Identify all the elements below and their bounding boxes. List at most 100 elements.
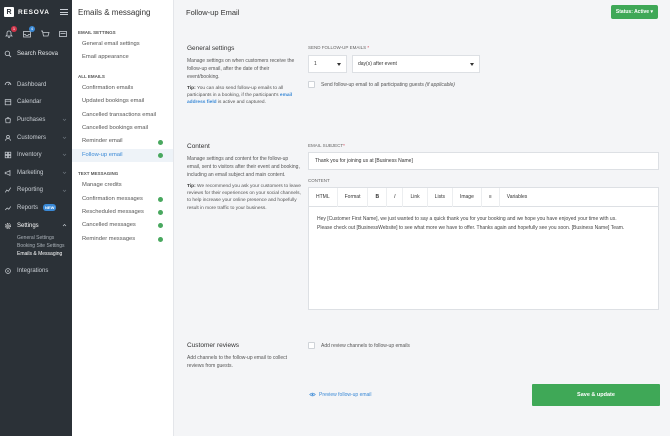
menu-item-cancelled-transactions-email[interactable]: Cancelled transactions email (72, 109, 173, 122)
sidebar-search[interactable]: Search Resova (0, 44, 72, 64)
editor-toolbar: HTML Format B I Link Lists Image ≡ Varia… (309, 187, 658, 207)
menu-item-label: Rescheduled messages (82, 208, 144, 215)
checkbox-hint: (if applicable) (425, 81, 455, 88)
toolbar-italic-button[interactable]: I (387, 187, 404, 207)
tip-body: We recommend you ask your customers to l… (187, 184, 301, 211)
reviews-fields: Add review channels to follow-up emails (308, 342, 659, 349)
gear-icon (5, 222, 11, 229)
sidebar-item-label: Integrations (17, 268, 49, 275)
sidebar-item-calendar[interactable]: Calendar (0, 94, 72, 112)
toolbar-link-button[interactable]: Link (403, 187, 428, 207)
menu-item-confirmation-messages[interactable]: Confirmation messages (72, 193, 173, 206)
subnav-booking-site-settings[interactable]: Booking Site Settings (17, 242, 72, 250)
content-editor: HTML Format B I Link Lists Image ≡ Varia… (308, 187, 659, 310)
sidebar-item-marketing[interactable]: Marketing (0, 164, 72, 182)
subnav-emails-messaging[interactable]: Emails & Messaging (17, 250, 72, 258)
emails-messaging-menu: Emails & messaging EMAIL SETTINGS Genera… (72, 0, 174, 436)
all-guests-checkbox-row[interactable]: Send follow-up email to all participatin… (308, 81, 659, 88)
sidebar-item-dashboard[interactable]: Dashboard (0, 76, 72, 94)
chevron-down-icon (62, 189, 67, 192)
sidebar-item-label: Marketing (17, 169, 44, 176)
menu-item-manage-credits[interactable]: Manage credits (72, 179, 173, 192)
menu-item-label: Cancelled transactions email (82, 111, 157, 118)
customers-icon (5, 134, 11, 141)
required-mark: * (367, 45, 370, 50)
menu-item-general-email-settings[interactable]: General email settings (72, 38, 173, 51)
timing-select[interactable]: day(s) after event (352, 55, 480, 73)
toolbar-variables-button[interactable]: Variables (500, 188, 534, 207)
email-subject-input[interactable]: Thank you for joining us at [Business Na… (308, 152, 659, 170)
menu-item-label: Cancelled messages (82, 222, 136, 229)
save-update-button[interactable]: Save & update (532, 384, 660, 406)
inbox-icon[interactable]: 4 (22, 26, 35, 39)
tip-label: Tip: (187, 184, 196, 189)
toolbar-html-button[interactable]: HTML (309, 187, 338, 207)
menu-item-rescheduled-messages[interactable]: Rescheduled messages (72, 206, 173, 219)
menu-item-cancelled-bookings-email[interactable]: Cancelled bookings email (72, 122, 173, 135)
status-dropdown-button[interactable]: Status: Active ▾ (610, 5, 658, 19)
menu-item-label: Reminder messages (82, 235, 136, 242)
toolbar-lists-button[interactable]: Lists (428, 187, 453, 207)
menu-item-label: General email settings (82, 41, 140, 47)
checkbox-label-text: Send follow-up email to all participatin… (321, 81, 426, 88)
sidebar-item-settings[interactable]: Settings (0, 217, 72, 235)
bell-icon[interactable]: 1 (4, 26, 17, 39)
checkbox-label: Add review channels to follow-up emails (321, 342, 410, 349)
review-channels-checkbox[interactable] (308, 342, 315, 349)
toolbar-format-button[interactable]: Format (338, 187, 369, 207)
menu-item-confirmation-emails[interactable]: Confirmation emails (72, 82, 173, 95)
body-line: Please check out [BusinessWebsite] to se… (317, 225, 625, 231)
chevron-down-icon (62, 118, 67, 122)
sidebar-item-label: Reporting (17, 187, 44, 194)
field-label-text: EMAIL SUBJECT (308, 143, 344, 148)
sidebar-item-reporting[interactable]: Reporting (0, 182, 72, 200)
editor-body[interactable]: Hey [Customer First Name], we just wante… (309, 207, 658, 309)
required-mark: * (343, 143, 345, 148)
integrations-icon (5, 268, 11, 274)
sidebar-item-purchases[interactable]: Purchases (0, 111, 72, 129)
menu-toggle-icon[interactable] (60, 9, 68, 15)
menu-item-reminder-email[interactable]: Reminder email (72, 135, 173, 148)
reviews-info: Customer reviews Add channels to the fol… (187, 342, 301, 370)
sidebar-item-reports[interactable]: Reports NEW (0, 199, 72, 217)
main-sidebar: R RESOVA 1 4 Search Resova Dashboard Cal… (0, 0, 72, 436)
toolbar-bold-button[interactable]: B (368, 187, 388, 207)
content-label: CONTENT (308, 178, 330, 183)
all-guests-checkbox[interactable] (308, 81, 315, 88)
menu-item-reminder-messages[interactable]: Reminder messages (72, 233, 173, 246)
content-info: Content Manage settings and content for … (187, 143, 301, 212)
enabled-status-dot (158, 152, 163, 158)
menu-item-email-appearance[interactable]: Email appearance (72, 51, 173, 64)
search-label: Search Resova (17, 51, 59, 57)
brand-logo-icon[interactable]: R (4, 7, 14, 17)
menu-item-label: Follow-up email (82, 151, 123, 158)
caret-down-icon (470, 62, 474, 66)
menu-item-updated-bookings-email[interactable]: Updated bookings email (72, 95, 173, 108)
days-value: 1 (314, 61, 317, 67)
email-subject-label: EMAIL SUBJECT* (308, 143, 659, 148)
section-title: Content (187, 143, 210, 150)
quick-icons: 1 4 (0, 24, 72, 44)
review-channels-checkbox-row[interactable]: Add review channels to follow-up emails (308, 342, 659, 349)
toolbar-align-icon[interactable]: ≡ (482, 187, 500, 207)
general-settings-info: General settings Manage settings on when… (187, 45, 301, 107)
card-icon[interactable] (58, 29, 68, 39)
reports-icon (4, 206, 12, 211)
days-select[interactable]: 1 (308, 55, 347, 73)
section-text-messaging: TEXT MESSAGING (78, 171, 119, 177)
sidebar-item-label: Reports (17, 204, 39, 211)
subnav-general-settings[interactable]: General Settings (17, 234, 72, 242)
section-all-emails: ALL EMAILS (78, 73, 105, 79)
body-line: Hey [Customer First Name], we just wante… (317, 216, 617, 222)
sidebar-item-customers[interactable]: Customers (0, 129, 72, 147)
sidebar-item-inventory[interactable]: Inventory (0, 146, 72, 164)
brand-name: RESOVA (18, 8, 50, 16)
menu-item-label: Cancelled bookings email (82, 124, 149, 131)
cart-icon[interactable] (40, 29, 50, 39)
preview-followup-link[interactable]: Preview follow-up email (309, 391, 372, 398)
menu-item-follow-up-email[interactable]: Follow-up email (72, 148, 173, 163)
menu-item-label: Confirmation messages (82, 195, 143, 202)
menu-item-cancelled-messages[interactable]: Cancelled messages (72, 219, 173, 232)
toolbar-image-button[interactable]: Image (453, 187, 482, 207)
sidebar-item-integrations[interactable]: Integrations (0, 262, 72, 280)
